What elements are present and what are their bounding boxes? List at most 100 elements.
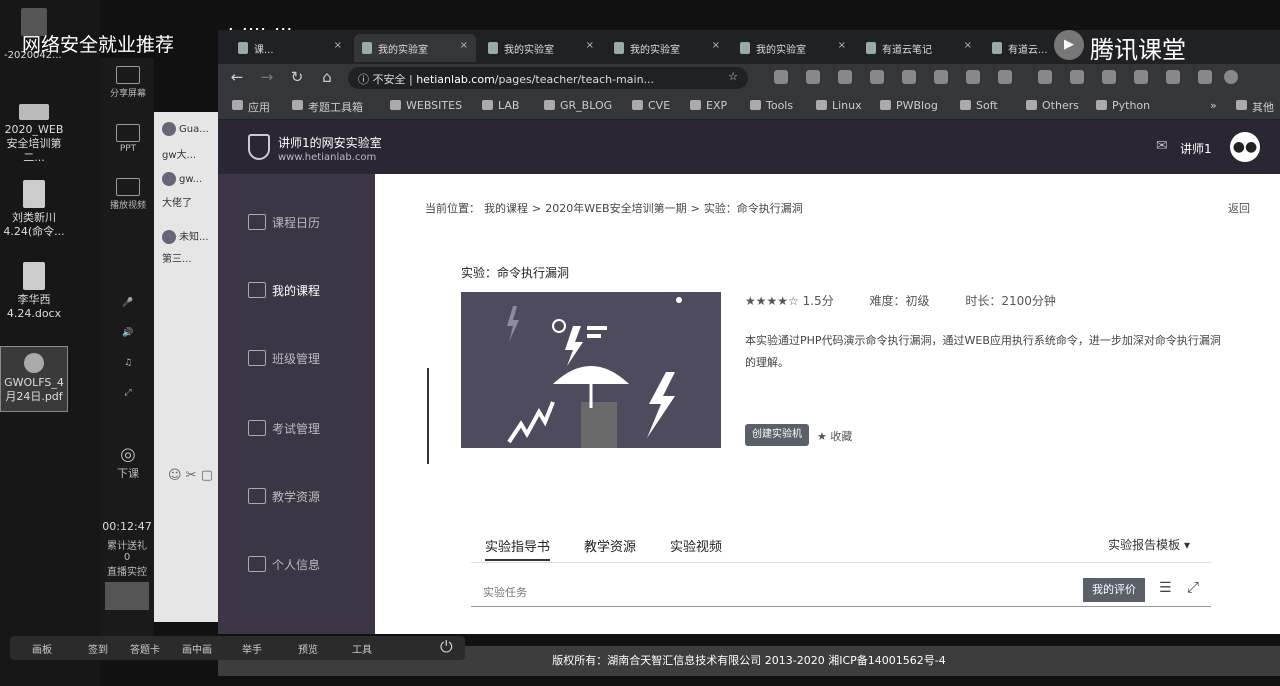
more-bookmarks[interactable]: »	[1210, 99, 1217, 112]
extension-icon[interactable]	[998, 70, 1012, 84]
toolbar-preview[interactable]: 预览	[298, 641, 318, 656]
close-icon[interactable]: ×	[838, 40, 846, 51]
extension-icon[interactable]	[806, 70, 820, 84]
reload-icon[interactable]: ↻	[286, 68, 308, 88]
video-icon	[116, 178, 140, 196]
bookmark-item[interactable]: GR_BLOG	[544, 99, 612, 112]
bookmark-item[interactable]: 应用	[232, 99, 270, 115]
browser-tab[interactable]: 有道云笔记 ×	[858, 34, 980, 62]
document-icon[interactable]: ☰	[1159, 580, 1172, 596]
bookmark-item[interactable]: Others	[1026, 99, 1079, 112]
extension-icon[interactable]	[870, 70, 884, 84]
share-screen-icon	[116, 66, 140, 84]
share-screen-button[interactable]: 分享屏幕	[108, 66, 148, 99]
bookmark-item[interactable]: EXP	[690, 99, 727, 112]
tab-video[interactable]: 实验视频	[670, 540, 722, 555]
sidebar-item-resources[interactable]: 教学资源	[248, 488, 320, 505]
browser-tab[interactable]: 我的实验室 ×	[606, 34, 728, 62]
sidebar-item-classes[interactable]: 班级管理	[248, 350, 320, 367]
toolbar-answer-card[interactable]: 答题卡	[130, 641, 160, 656]
profile-icon[interactable]	[1224, 70, 1238, 84]
breadcrumb-link[interactable]: 我的课程	[484, 202, 528, 215]
bookmark-item[interactable]: CVE	[632, 99, 670, 112]
browser-tab[interactable]: 课... ×	[230, 34, 350, 62]
browser-tab[interactable]: 我的实验室 ×	[732, 34, 854, 62]
experiment-meta: ★★★★☆ 1.5分 难度：初级 时长：2100分钟	[745, 292, 1088, 309]
ppt-button[interactable]: PPT	[108, 124, 148, 154]
expand-icon[interactable]: ⤢	[108, 388, 148, 398]
report-template-dropdown[interactable]: 实验报告模板 ▾	[1108, 536, 1190, 553]
desktop-icon-folder[interactable]: 2020_WEB安全培训第二...	[0, 104, 68, 165]
sidebar-item-my-courses[interactable]: 我的课程	[248, 282, 320, 299]
other-bookmarks[interactable]: 其他	[1236, 99, 1274, 115]
tab-favicon	[740, 42, 750, 54]
bookmark-item[interactable]: 考题工具箱	[292, 99, 363, 115]
bookmark-item[interactable]: LAB	[482, 99, 519, 112]
toolbar-signin[interactable]: 签到	[88, 641, 108, 656]
toolbar-whiteboard[interactable]: 画板	[32, 641, 52, 656]
sidebar-item-exams[interactable]: 考试管理	[248, 420, 320, 437]
speaker-icon[interactable]: 🔊	[108, 328, 148, 338]
extension-icon[interactable]	[1198, 70, 1212, 84]
avatar[interactable]: ●●	[1230, 132, 1260, 162]
music-icon[interactable]: ♫	[108, 358, 148, 368]
video-button[interactable]: 播放视频	[108, 178, 148, 211]
tab-resources[interactable]: 教学资源	[584, 540, 636, 555]
create-vm-button[interactable]: 创建实验机	[745, 424, 809, 446]
star-icon[interactable]: ☆	[728, 70, 738, 83]
extension-icon[interactable]	[774, 70, 788, 84]
close-icon[interactable]: ×	[460, 40, 468, 51]
bookmark-item[interactable]: Tools	[750, 99, 793, 112]
site-logo-title[interactable]: 讲师1的网安实验室	[278, 134, 382, 151]
sidebar-item-calendar[interactable]: 课程日历	[248, 214, 320, 231]
back-icon[interactable]: ←	[226, 68, 248, 88]
extension-icon[interactable]	[934, 70, 948, 84]
home-icon[interactable]: ⌂	[316, 68, 338, 88]
close-icon[interactable]: ×	[712, 40, 720, 51]
power-icon[interactable]: ⏻	[440, 637, 453, 657]
close-icon[interactable]: ×	[586, 40, 594, 51]
mail-icon[interactable]: ✉	[1156, 138, 1168, 154]
extension-icon[interactable]	[902, 70, 916, 84]
fullscreen-icon[interactable]: ⤢	[1187, 578, 1199, 596]
emoji-icon[interactable]: ☺ ✂ ▢	[168, 468, 213, 483]
browser-tab[interactable]: 有道云...	[984, 34, 1064, 62]
mic-icon[interactable]: 🎤	[108, 298, 148, 308]
breadcrumb-link[interactable]: 2020年WEB安全培训第一期	[545, 202, 686, 215]
close-icon[interactable]: ×	[334, 40, 342, 51]
site-sidebar: 课程日历 我的课程 班级管理 考试管理 教学资源 个人信息	[218, 174, 375, 634]
extension-icon[interactable]	[1166, 70, 1180, 84]
close-icon[interactable]: ×	[964, 40, 972, 51]
bookmark-item[interactable]: Linux	[816, 99, 862, 112]
extension-icon[interactable]	[1134, 70, 1148, 84]
bookmark-item[interactable]: WEBSITES	[390, 99, 462, 112]
bookmark-item[interactable]: PWBlog	[880, 99, 938, 112]
favorite-button[interactable]: ★ 收藏	[817, 428, 852, 444]
toolbar-pip[interactable]: 画中画	[182, 641, 212, 656]
desktop-icon-pdf[interactable]: GWOLFS_4月24日.pdf	[0, 346, 68, 412]
tab-guide[interactable]: 实验指导书	[485, 540, 551, 561]
desktop-icon-doc2[interactable]: 李华西 4.24.docx	[0, 262, 68, 321]
extension-icon[interactable]	[838, 70, 852, 84]
extension-icon[interactable]	[1038, 70, 1052, 84]
sidebar-item-profile[interactable]: 个人信息	[248, 556, 320, 573]
url-field[interactable]: ⓘ 不安全 | hetianlab.com/pages/teacher/teac…	[348, 67, 748, 89]
toolbar-raise-hand[interactable]: 举手	[242, 641, 262, 656]
live-control[interactable]: 直播实控	[100, 563, 154, 578]
extension-icon[interactable]	[966, 70, 980, 84]
end-class-button[interactable]: ◎ 下课	[108, 444, 148, 481]
bookmark-item[interactable]: Python	[1096, 99, 1150, 112]
desktop-icon-doc1[interactable]: 刘类新川 4.24(命令...	[0, 180, 68, 239]
site-logo-url: www.hetianlab.com	[278, 152, 377, 163]
back-link[interactable]: 返回	[1228, 200, 1250, 216]
extension-icon[interactable]	[1070, 70, 1084, 84]
evaluate-button[interactable]: 我的评价	[1083, 578, 1145, 602]
toolbar-tools[interactable]: 工具	[352, 641, 372, 656]
browser-tab-active[interactable]: 我的实验室 ×	[354, 34, 476, 62]
forward-icon[interactable]: →	[256, 68, 278, 88]
bookmark-item[interactable]: Soft	[960, 99, 998, 112]
user-name[interactable]: 讲师1	[1180, 140, 1212, 157]
extension-icon[interactable]	[1102, 70, 1116, 84]
browser-tab[interactable]: 我的实验室 ×	[480, 34, 602, 62]
play-icon: ▶	[1054, 30, 1084, 60]
